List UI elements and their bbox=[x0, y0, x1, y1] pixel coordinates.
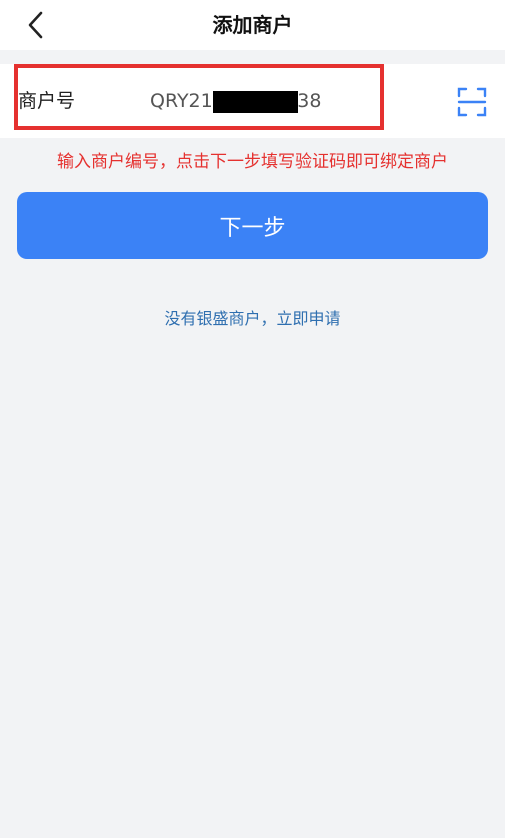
merchant-number-row: 商户号 bbox=[0, 64, 505, 138]
scan-icon bbox=[456, 86, 488, 118]
divider bbox=[0, 50, 505, 64]
navigation-bar: 添加商户 bbox=[0, 0, 505, 50]
page-title: 添加商户 bbox=[212, 13, 293, 37]
bind-instruction-hint: 输入商户编号，点击下一步填写验证码即可绑定商户 bbox=[57, 152, 448, 172]
scan-button[interactable] bbox=[456, 86, 488, 118]
next-step-button[interactable]: 下一步 bbox=[17, 192, 488, 259]
redaction-mask bbox=[213, 91, 298, 113]
merchant-number-label: 商户号 bbox=[18, 90, 76, 112]
apply-merchant-link[interactable]: 没有银盛商户，立即申请 bbox=[0, 305, 505, 329]
